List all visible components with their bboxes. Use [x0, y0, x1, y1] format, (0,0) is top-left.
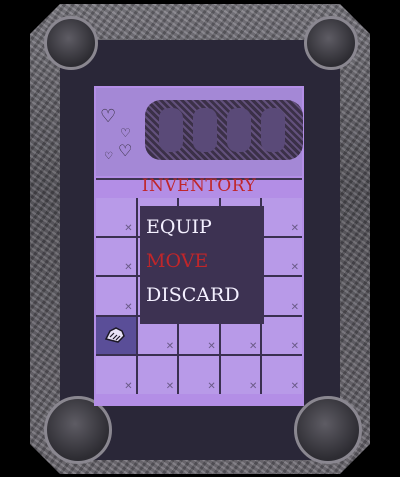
plate-knob — [193, 108, 217, 152]
corner-ornament-top-left — [44, 16, 98, 70]
corner-ornament-top-right — [304, 16, 358, 70]
heart-icon: ♡ — [104, 151, 113, 162]
menu-item-move[interactable]: MOVE — [146, 250, 208, 272]
title-plate — [145, 100, 303, 160]
inventory-slot[interactable] — [262, 237, 302, 276]
menu-item-equip[interactable]: EQUIP — [146, 216, 212, 238]
plate-knob — [159, 108, 183, 152]
plate-knob — [227, 108, 251, 152]
shoe-icon — [104, 326, 125, 343]
inventory-title: INVENTORY — [141, 176, 257, 196]
hearts-decoration: ♡ ♡ ♡ ♡ — [98, 104, 144, 164]
inventory-slot[interactable] — [262, 277, 302, 315]
corner-ornament-bottom-left — [44, 396, 112, 464]
inventory-slot[interactable] — [179, 356, 219, 394]
heart-icon: ♡ — [100, 106, 117, 127]
inventory-slot[interactable] — [220, 356, 261, 394]
heart-icon: ♡ — [120, 126, 131, 140]
inventory-slot[interactable] — [96, 198, 136, 236]
inventory-slot[interactable] — [262, 356, 302, 394]
inventory-slot[interactable] — [96, 277, 136, 315]
inventory-slot[interactable] — [262, 198, 302, 236]
inventory-slot[interactable] — [96, 237, 136, 276]
inventory-slot[interactable] — [262, 316, 302, 355]
heart-icon: ♡ — [118, 141, 133, 160]
menu-item-discard[interactable]: DISCARD — [146, 284, 240, 306]
corner-ornament-bottom-right — [294, 396, 362, 464]
inventory-slot-equipped[interactable] — [96, 316, 136, 355]
inventory-slot[interactable] — [96, 356, 136, 394]
inventory-slot[interactable] — [137, 356, 178, 394]
item-context-menu: EQUIP MOVE DISCARD — [140, 206, 264, 324]
plate-knob — [261, 108, 285, 152]
